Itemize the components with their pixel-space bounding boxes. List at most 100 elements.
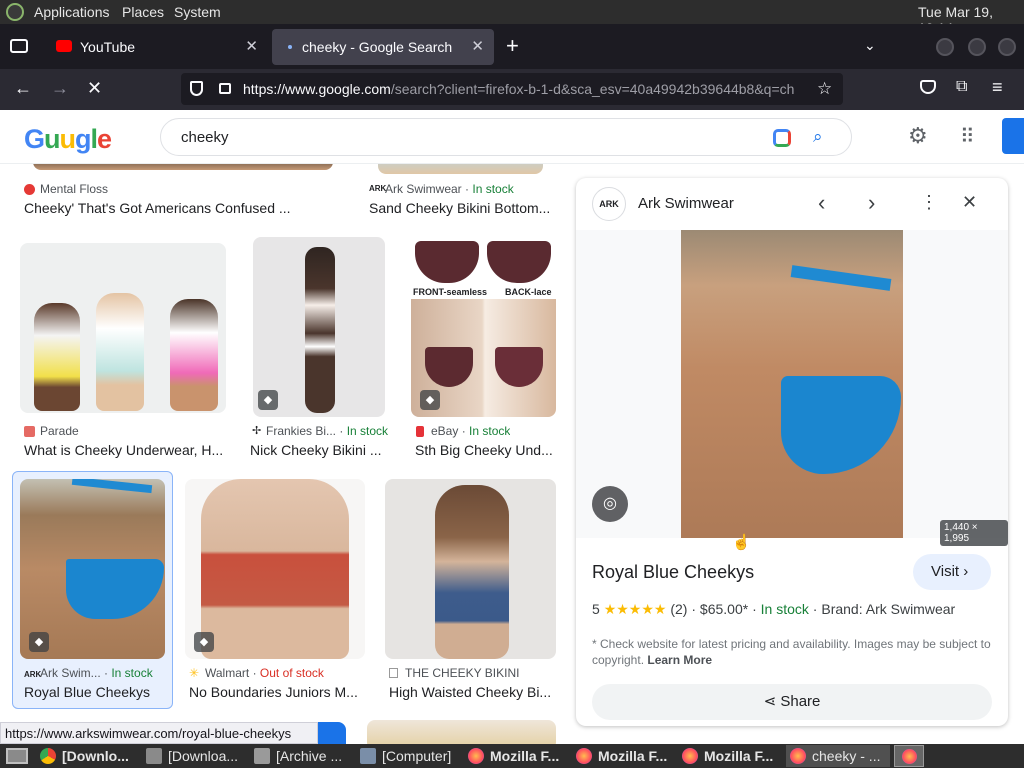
result-title[interactable]: No Boundaries Juniors M... — [189, 684, 365, 700]
result-image[interactable] — [33, 164, 333, 170]
close-icon[interactable]: ✕ — [962, 192, 977, 213]
visit-label: Visit — [931, 563, 960, 580]
rating-stars: ★★★★★ — [603, 601, 667, 617]
sign-in-button[interactable] — [1002, 118, 1024, 154]
chrome-icon — [40, 748, 56, 764]
taskbar-item[interactable]: [Downloa... — [142, 745, 248, 767]
chevron-left-icon[interactable]: ‹ — [818, 190, 825, 216]
tab-google-search[interactable]: cheeky - Google Search ✕ — [272, 29, 494, 65]
chevron-right-icon[interactable]: › — [868, 190, 875, 216]
stop-icon[interactable]: ✕ — [87, 78, 102, 99]
archive-icon — [254, 748, 270, 764]
search-input[interactable]: cheeky — [181, 129, 229, 146]
firefox-launcher-icon[interactable] — [894, 745, 924, 767]
taskbar-item[interactable]: Mozilla F... — [572, 745, 676, 767]
result-source: Parade — [40, 424, 79, 438]
result-image[interactable] — [367, 720, 556, 744]
review-count[interactable]: (2) — [670, 601, 687, 617]
preview-image[interactable] — [681, 230, 903, 538]
product-meta: 5 ★★★★★ (2) · $65.00* · In stock · Brand… — [592, 601, 956, 617]
brand-name[interactable]: Ark Swimwear — [638, 195, 734, 212]
tab-youtube[interactable]: YouTube ✕ — [46, 29, 268, 65]
taskbar-item[interactable]: [Downlo... — [36, 745, 140, 767]
loading-icon — [288, 45, 292, 49]
product-title[interactable]: Royal Blue Cheekys — [592, 562, 754, 583]
stock-status: In stock — [760, 601, 809, 617]
stock-status: Out of stock — [259, 666, 324, 680]
bookmark-star-icon[interactable]: ☆ — [817, 79, 832, 99]
taskbar-label: [Downloa... — [168, 748, 239, 764]
window-close-icon[interactable] — [998, 38, 1016, 56]
share-button[interactable]: ⋖ Share — [592, 684, 992, 720]
lock-icon[interactable] — [219, 83, 231, 94]
more-options-icon[interactable]: ⋮ — [920, 192, 938, 213]
applications-menu[interactable]: Applications — [34, 4, 110, 20]
result-source: Mental Floss — [40, 182, 109, 196]
taskbar-label: [Downlo... — [62, 748, 129, 764]
list-tabs-icon[interactable]: ⌄ — [864, 37, 876, 54]
result-source: Walmart · Out of stock — [205, 666, 324, 680]
google-doodle-logo[interactable]: Guugle — [24, 124, 112, 155]
new-tab-button[interactable]: + — [506, 33, 519, 59]
result-title[interactable]: Sand Cheeky Bikini Bottom... — [369, 200, 555, 216]
ebay-back-label: BACK-lace — [505, 287, 552, 297]
forward-icon[interactable]: → — [51, 78, 69, 99]
gnome-foot-icon[interactable] — [6, 3, 24, 21]
result-image-ark-royal-blue[interactable]: ◆ — [20, 479, 165, 659]
tag-icon: ◆ — [420, 390, 440, 410]
system-menu[interactable]: System — [174, 4, 221, 20]
result-title[interactable]: Cheeky' That's Got Americans Confused ..… — [24, 200, 354, 216]
brand-logo[interactable]: ARK — [592, 187, 626, 221]
window-maximize-icon[interactable] — [968, 38, 986, 56]
result-title[interactable]: High Waisted Cheeky Bi... — [389, 684, 555, 700]
taskbar-label: Mozilla F... — [490, 748, 560, 764]
lens-search-icon[interactable]: ◎ — [592, 486, 628, 522]
bottom-taskbar: [Downlo... [Downloa... [Archive ... [Com… — [0, 744, 1024, 768]
search-box[interactable]: cheeky ⌕ — [160, 118, 852, 156]
taskbar-item-active[interactable]: cheeky - ... — [786, 745, 890, 767]
result-image-cheekybikini[interactable] — [385, 479, 556, 659]
walmart-icon: ✳ — [189, 666, 200, 680]
back-icon[interactable]: ← — [14, 78, 32, 99]
url-text[interactable]: https://www.google.com/search?client=fir… — [243, 81, 811, 97]
firefox-icon — [468, 748, 484, 764]
close-icon[interactable]: ✕ — [471, 37, 484, 55]
cheekybikini-icon — [389, 668, 398, 678]
firefox-icon — [682, 748, 698, 764]
result-title[interactable]: Royal Blue Cheekys — [24, 684, 169, 700]
taskbar-item[interactable]: [Computer] — [356, 745, 460, 767]
taskbar-item[interactable]: Mozilla F... — [678, 745, 782, 767]
stock-status: In stock — [469, 424, 511, 438]
taskbar-label: [Computer] — [382, 748, 452, 764]
result-image-ebay[interactable]: FRONT-seamless BACK-lace ◆ — [411, 237, 556, 417]
visit-button[interactable]: Visit › — [913, 554, 991, 590]
result-image[interactable] — [378, 164, 543, 174]
result-image-frankies[interactable]: ◆ — [253, 237, 385, 417]
places-menu[interactable]: Places — [122, 4, 164, 20]
result-image-parade[interactable] — [20, 243, 226, 413]
shield-icon[interactable] — [190, 81, 203, 96]
taskbar-item[interactable]: Mozilla F... — [464, 745, 568, 767]
brand-line: Brand: Ark Swimwear — [821, 601, 956, 617]
result-title[interactable]: Nick Cheeky Bikini ... — [250, 442, 386, 458]
extensions-icon[interactable]: ⧉ — [956, 78, 967, 96]
tab-strip: YouTube ✕ cheeky - Google Search ✕ + ⌄ — [0, 24, 1024, 69]
lens-icon[interactable] — [773, 129, 791, 147]
tag-icon: ◆ — [194, 632, 214, 652]
pocket-icon[interactable] — [920, 80, 936, 94]
close-icon[interactable]: ✕ — [245, 37, 258, 55]
menu-icon[interactable]: ≡ — [992, 77, 1003, 98]
search-icon[interactable]: ⌕ — [813, 127, 823, 147]
learn-more-link[interactable]: Learn More — [647, 653, 712, 667]
taskbar-item[interactable]: [Archive ... — [250, 745, 354, 767]
url-bar[interactable]: https://www.google.com/search?client=fir… — [181, 73, 843, 105]
tab-overview-icon[interactable] — [10, 39, 28, 53]
ark-icon: ARK — [24, 670, 42, 679]
result-title[interactable]: Sth Big Cheeky Und... — [415, 442, 555, 458]
window-minimize-icon[interactable] — [936, 38, 954, 56]
apps-grid-icon[interactable]: ⠿ — [960, 124, 975, 149]
settings-gear-icon[interactable]: ⚙ — [908, 123, 928, 149]
show-desktop-icon[interactable] — [6, 748, 28, 764]
result-title[interactable]: What is Cheeky Underwear, H... — [24, 442, 224, 458]
result-image-walmart[interactable]: ◆ — [185, 479, 365, 659]
